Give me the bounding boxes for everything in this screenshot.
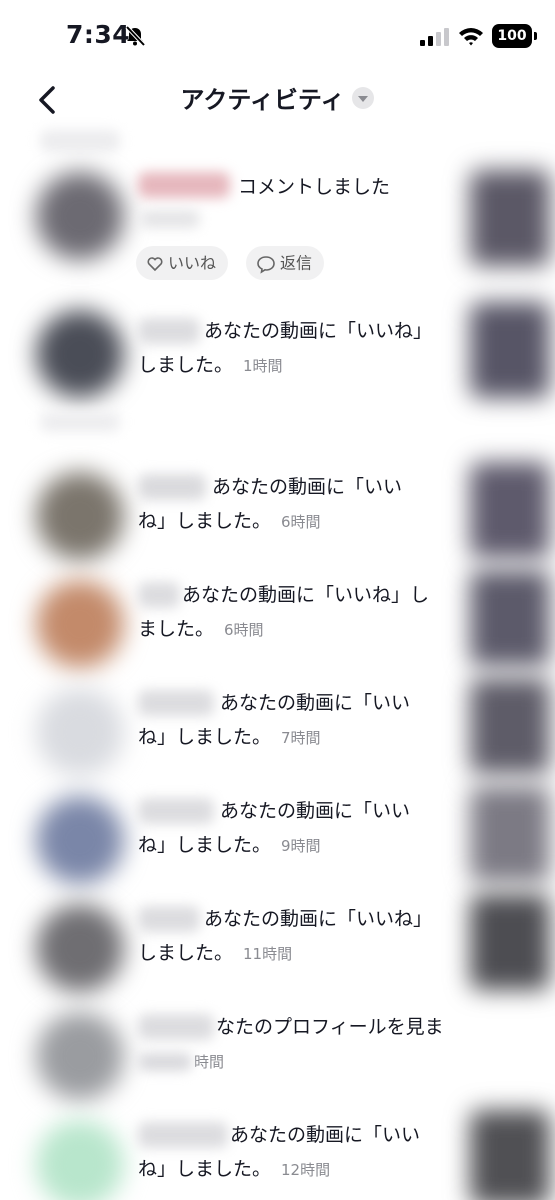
video-thumbnail[interactable] xyxy=(470,894,550,990)
bell-muted-icon xyxy=(125,25,146,47)
activity-text: あなたの動画に「いいね」 xyxy=(204,908,433,930)
list-item[interactable]: あなたの動画に「いい ね」しました。 9時間 xyxy=(0,784,555,892)
list-item[interactable]: あなたの動画に「いい ね」しました。 12時間 xyxy=(0,1108,555,1200)
video-thumbnail[interactable] xyxy=(470,462,550,558)
avatar[interactable] xyxy=(36,1120,124,1200)
avatar[interactable] xyxy=(36,580,124,668)
video-thumbnail[interactable] xyxy=(470,1110,550,1200)
avatar[interactable] xyxy=(36,1012,124,1100)
activity-text-cont: しました。 xyxy=(138,354,234,376)
activity-text-line2: ね」しました。 6時間 xyxy=(138,508,321,535)
avatar[interactable] xyxy=(36,796,124,884)
timestamp: 9時間 xyxy=(281,837,321,855)
chevron-down-icon xyxy=(352,86,375,109)
status-bar: 7:34 100 xyxy=(0,0,555,70)
activity-text-line2: ました。 6時間 xyxy=(138,616,264,643)
activity-text: あなたの動画に「いい xyxy=(230,1124,421,1146)
username-blur xyxy=(138,172,230,198)
video-thumbnail[interactable] xyxy=(470,170,550,266)
username-blur xyxy=(138,690,214,716)
list-item[interactable]: あなたの動画に「いい ね」しました。 7時間 xyxy=(0,676,555,784)
video-thumbnail[interactable] xyxy=(470,786,550,882)
username-blur xyxy=(138,318,200,344)
activity-text-line2: しました。 1時間 xyxy=(138,352,283,379)
battery-indicator: 100 xyxy=(492,24,537,48)
activity-text-cont: ね」しました。 xyxy=(138,510,272,532)
activity-text: コメントしました xyxy=(238,176,391,198)
activity-text-line2: ね」しました。 7時間 xyxy=(138,724,321,751)
activity-list[interactable]: コメントしました いいね 返信 あなたの動画に「いいね」 しました。 1時間 あな… xyxy=(0,130,555,1200)
timestamp: 1時間 xyxy=(243,357,283,375)
wifi-icon xyxy=(459,28,483,46)
avatar[interactable] xyxy=(36,172,124,260)
activity-text-cont: しました。 xyxy=(138,942,234,964)
username-blur xyxy=(138,798,214,824)
comment-blur xyxy=(140,210,200,228)
timestamp: 12時間 xyxy=(281,1161,331,1179)
activity-text-line2: ね」しました。 9時間 xyxy=(138,832,321,859)
activity-text: あなたの動画に「いい xyxy=(220,800,411,822)
avatar[interactable] xyxy=(36,472,124,560)
activity-text: あなたの動画に「いいね」 xyxy=(204,320,433,342)
activity-text: あなたの動画に「いい xyxy=(220,692,411,714)
activity-text-cont: ね」しました。 xyxy=(138,834,272,856)
activity-text: あなたの動画に「いい xyxy=(212,476,403,498)
activity-text: なたのプロフィールを見ま xyxy=(216,1016,444,1038)
blurred-content xyxy=(40,130,120,152)
timestamp: 時間 xyxy=(194,1053,225,1071)
activity-text-line2: ね」しました。 12時間 xyxy=(138,1156,330,1183)
blurred-content xyxy=(138,1052,192,1071)
like-comment-button[interactable]: いいね xyxy=(136,246,229,280)
video-thumbnail[interactable] xyxy=(470,302,550,398)
blurred-content xyxy=(40,412,120,432)
like-label: いいね xyxy=(168,253,217,273)
username-blur xyxy=(138,1122,228,1148)
heart-icon xyxy=(147,256,163,271)
activity-text-cont: ね」しました。 xyxy=(138,1158,272,1180)
header: アクティビティ xyxy=(0,70,555,130)
username-blur xyxy=(138,906,200,932)
activity-text: あなたの動画に「いいね」し xyxy=(182,584,430,606)
activity-text-line2: 時間 xyxy=(138,1048,224,1075)
list-item[interactable]: コメントしました いいね 返信 xyxy=(0,150,555,300)
page-title: アクティビティ xyxy=(180,86,345,114)
reply-label: 返信 xyxy=(280,253,313,273)
activity-text-line2: しました。 11時間 xyxy=(138,940,292,967)
list-item[interactable]: あなたの動画に「いいね」 しました。 1時間 xyxy=(0,300,555,410)
avatar[interactable] xyxy=(36,904,124,992)
reply-button[interactable]: 返信 xyxy=(246,246,325,280)
timestamp: 6時間 xyxy=(281,513,321,531)
signal-icon xyxy=(420,28,449,46)
username-blur xyxy=(138,474,206,500)
activity-text-cont: ね」しました。 xyxy=(138,726,272,748)
timestamp: 7時間 xyxy=(281,729,321,747)
activity-text-cont: ました。 xyxy=(138,618,215,640)
list-item[interactable]: なたのプロフィールを見ま 時間 xyxy=(0,1000,555,1108)
avatar[interactable] xyxy=(36,688,124,776)
timestamp: 6時間 xyxy=(224,621,264,639)
list-item[interactable]: あなたの動画に「いいね」 しました。 11時間 xyxy=(0,892,555,1000)
username-blur xyxy=(138,1014,214,1040)
avatar[interactable] xyxy=(36,310,124,398)
speech-bubble-icon xyxy=(257,255,275,274)
list-item[interactable]: あなたの動画に「いいね」し ました。 6時間 xyxy=(0,568,555,676)
video-thumbnail[interactable] xyxy=(470,678,550,774)
video-thumbnail[interactable] xyxy=(470,570,550,666)
title-dropdown[interactable]: アクティビティ xyxy=(0,80,555,115)
timestamp: 11時間 xyxy=(243,945,293,963)
list-item[interactable]: あなたの動画に「いい ね」しました。 6時間 xyxy=(0,460,555,568)
username-blur xyxy=(138,582,180,608)
status-time: 7:34 xyxy=(66,20,131,49)
